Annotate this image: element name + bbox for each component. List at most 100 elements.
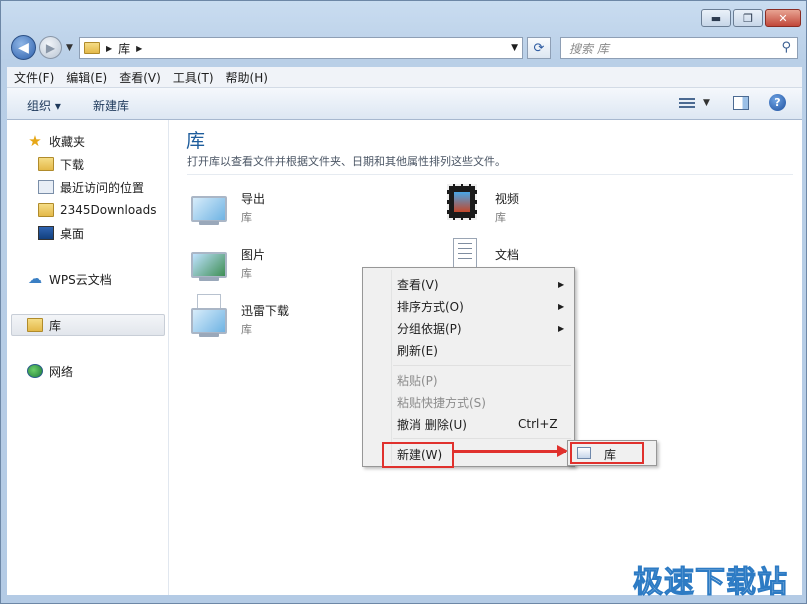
address-dropdown-icon[interactable]: ▼ [511, 43, 518, 53]
sidebar-item-2345downloads[interactable]: 2345Downloads [38, 200, 156, 220]
view-options-dropdown-icon[interactable]: ▼ [703, 98, 710, 108]
library-name: 视频 [495, 192, 520, 206]
library-type: 库 [241, 323, 252, 336]
context-item-sort[interactable]: 排序方式(O) ▶ [363, 295, 574, 317]
library-item-videos[interactable]: 视频 库 [441, 182, 681, 232]
sidebar-item-network[interactable]: 网络 [27, 361, 73, 381]
navigation-pane: ★ 收藏夹 下载 最近访问的位置 2345Downloads 桌面 ☁ WPS云… [7, 120, 169, 595]
menu-edit[interactable]: 编辑(E) [59, 69, 112, 86]
maximize-button[interactable]: ❐ [733, 9, 763, 27]
page-description: 打开库以查看文件并根据文件夹、日期和其他属性排列这些文件。 [187, 155, 506, 168]
sidebar-item-recent[interactable]: 最近访问的位置 [38, 177, 144, 197]
page-title: 库 [186, 130, 206, 152]
refresh-icon[interactable]: ⟳ [527, 37, 551, 59]
back-button[interactable]: ◀ [11, 35, 36, 60]
title-bar: ▬ ❐ ✕ [1, 1, 806, 33]
search-input[interactable]: 搜索 库 ⚲ [560, 37, 798, 59]
context-item-group[interactable]: 分组依据(P) ▶ [363, 317, 574, 339]
context-item-label: 撤消 删除(U) [397, 417, 467, 432]
recent-pages-dropdown-icon[interactable]: ▼ [66, 43, 73, 53]
menu-tools[interactable]: 工具(T) [166, 69, 219, 86]
submenu-arrow-icon: ▶ [558, 279, 565, 289]
context-item-label: 查看(V) [397, 277, 439, 292]
annotation-arrow [454, 450, 566, 453]
menu-file[interactable]: 文件(F) [7, 69, 59, 86]
sidebar-item-libraries[interactable]: 库 [27, 315, 61, 335]
organize-button[interactable]: 组织 ▾ [27, 97, 61, 114]
recent-places-icon [38, 180, 54, 194]
sidebar-item-label: 收藏夹 [49, 134, 86, 149]
downloads-folder-icon [38, 157, 54, 171]
network-icon [27, 364, 43, 378]
library-name: 文档 [495, 248, 520, 262]
context-item-refresh[interactable]: 刷新(E) [363, 339, 574, 361]
command-bar: 组织 ▾ 新建库 ▼ ? [7, 88, 802, 120]
breadcrumb-chevron-icon[interactable]: ▶ [136, 44, 142, 53]
breadcrumb-library[interactable]: 库 [118, 40, 130, 57]
submenu-arrow-icon: ▶ [558, 323, 565, 333]
breadcrumb-chevron-icon[interactable]: ▶ [106, 44, 112, 53]
context-item-label: 排序方式(O) [397, 299, 464, 314]
annotation-highlight-library [570, 442, 644, 464]
video-library-icon [441, 182, 485, 226]
menu-bar: 文件(F) 编辑(E) 查看(V) 工具(T) 帮助(H) [7, 67, 802, 88]
submenu-arrow-icon: ▶ [558, 301, 565, 311]
context-item-view[interactable]: 查看(V) ▶ [363, 273, 574, 295]
watermark: 极速下载站 [633, 565, 788, 601]
menu-view[interactable]: 查看(V) [112, 69, 166, 86]
library-monitor-icon [187, 294, 231, 338]
library-type: 库 [241, 211, 252, 224]
context-item-paste[interactable]: 粘贴(P) [363, 369, 574, 391]
context-item-paste-shortcut[interactable]: 粘贴快捷方式(S) [363, 391, 574, 413]
context-item-undo-delete[interactable]: 撤消 删除(U) Ctrl+Z [363, 413, 574, 435]
address-bar[interactable]: ▶ 库 ▶ ▼ [79, 37, 523, 59]
context-item-label: 粘贴快捷方式(S) [397, 395, 486, 410]
star-icon: ★ [28, 132, 42, 150]
sidebar-item-desktop[interactable]: 桌面 [38, 223, 84, 243]
close-button[interactable]: ✕ [765, 9, 801, 27]
sidebar-item-label: WPS云文档 [49, 272, 112, 287]
search-icon[interactable]: ⚲ [781, 40, 791, 55]
search-placeholder: 搜索 库 [569, 41, 609, 56]
sidebar-item-favorites[interactable]: ★ 收藏夹 [27, 131, 85, 151]
folder-icon [38, 203, 54, 217]
forward-button[interactable]: ▶ [39, 36, 62, 59]
library-monitor-icon [187, 182, 231, 226]
sidebar-item-downloads[interactable]: 下载 [38, 154, 84, 174]
context-item-shortcut: Ctrl+Z [518, 417, 558, 431]
help-icon[interactable]: ? [769, 94, 786, 111]
preview-pane-icon[interactable] [733, 96, 749, 110]
minimize-button[interactable]: ▬ [701, 9, 731, 27]
context-item-label: 粘贴(P) [397, 373, 438, 388]
library-item-export[interactable]: 导出 库 [187, 182, 427, 232]
sidebar-item-label: 最近访问的位置 [60, 180, 145, 195]
view-options-icon[interactable] [679, 96, 695, 110]
library-folder-icon [84, 42, 100, 54]
cloud-icon: ☁ [28, 271, 42, 287]
sidebar-item-label: 下载 [60, 157, 85, 172]
library-name: 图片 [241, 248, 266, 262]
navigation-row: ◀ ▶ ▼ ▶ 库 ▶ ▼ ⟳ 搜索 库 ⚲ [1, 33, 806, 63]
sidebar-item-label: 网络 [49, 364, 74, 379]
library-type: 库 [241, 267, 252, 280]
context-separator [393, 365, 571, 366]
annotation-highlight-new [382, 442, 454, 468]
sidebar-item-label: 库 [49, 318, 62, 333]
context-item-label: 刷新(E) [397, 343, 438, 358]
library-type: 库 [495, 211, 506, 224]
context-item-label: 分组依据(P) [397, 321, 462, 336]
library-name: 迅雷下载 [241, 304, 290, 318]
desktop-icon [38, 226, 54, 240]
library-name: 导出 [241, 192, 266, 206]
divider [187, 174, 793, 175]
menu-help[interactable]: 帮助(H) [219, 69, 273, 86]
sidebar-item-label: 桌面 [60, 226, 85, 241]
new-library-button[interactable]: 新建库 [93, 97, 129, 114]
context-separator [393, 438, 571, 439]
sidebar-item-wps-cloud[interactable]: ☁ WPS云文档 [27, 269, 112, 289]
explorer-window: ▬ ❐ ✕ ◀ ▶ ▼ ▶ 库 ▶ ▼ ⟳ 搜索 库 ⚲ 文件(F) 编辑(E)… [0, 0, 807, 604]
context-menu: 查看(V) ▶ 排序方式(O) ▶ 分组依据(P) ▶ 刷新(E) 粘贴(P) … [362, 267, 575, 468]
sidebar-item-label: 2345Downloads [60, 203, 157, 217]
libraries-icon [27, 318, 43, 332]
picture-library-icon [187, 238, 231, 282]
